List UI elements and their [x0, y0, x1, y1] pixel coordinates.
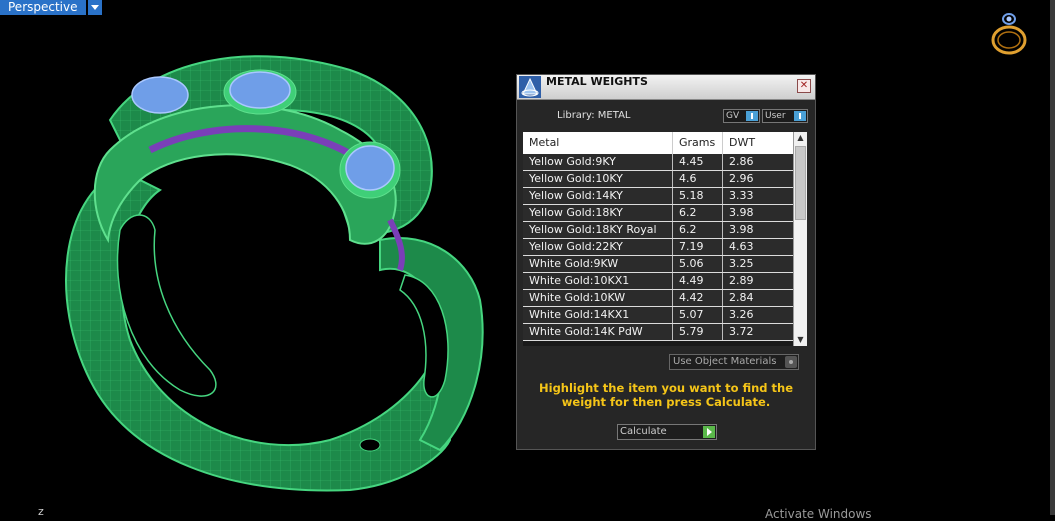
scroll-thumb[interactable]	[795, 146, 806, 220]
viewport-label[interactable]: Perspective	[0, 0, 102, 15]
table-row[interactable]: Yellow Gold:18KY 6.2 3.98	[523, 205, 799, 222]
cell-grams: 4.49	[673, 273, 723, 289]
library-label: Library: METAL	[557, 110, 631, 121]
table-header: Metal Grams DWT	[523, 132, 799, 154]
table-row[interactable]: White Gold:10KW 4.42 2.84	[523, 290, 799, 307]
cell-dwt: 2.84	[723, 290, 799, 306]
use-object-materials-label: Use Object Materials	[673, 356, 777, 367]
activation-watermark: Activate Windows	[765, 507, 872, 521]
cell-grams: 5.79	[673, 324, 723, 340]
cell-grams: 6.2	[673, 222, 723, 238]
cell-dwt: 3.72	[723, 324, 799, 340]
cell-dwt: 2.86	[723, 154, 799, 170]
cell-grams: 4.6	[673, 171, 723, 187]
ring-model	[65, 55, 484, 492]
column-header-metal[interactable]: Metal	[523, 132, 673, 154]
play-arrow-icon	[703, 426, 715, 438]
cell-dwt: 2.89	[723, 273, 799, 289]
app-logo-icon	[519, 76, 541, 98]
cell-metal: Yellow Gold:18KY Royal	[523, 222, 673, 238]
table-body: Yellow Gold:9KY 4.45 2.86 Yellow Gold:10KY 4…	[523, 154, 799, 341]
table-scrollbar[interactable]: ▲ ▼	[793, 132, 807, 346]
cell-grams: 5.06	[673, 256, 723, 272]
table-row[interactable]: White Gold:9KW 5.06 3.25	[523, 256, 799, 273]
cell-dwt: 4.63	[723, 239, 799, 255]
cell-grams: 4.42	[673, 290, 723, 306]
column-header-grams[interactable]: Grams	[673, 132, 723, 154]
calculate-button[interactable]: Calculate	[617, 424, 717, 440]
ring-icon[interactable]	[988, 10, 1030, 56]
cell-dwt: 3.25	[723, 256, 799, 272]
table-row[interactable]: Yellow Gold:22KY 7.19 4.63	[523, 239, 799, 256]
cell-dwt: 3.98	[723, 222, 799, 238]
close-icon[interactable]: ✕	[797, 79, 811, 93]
table-row[interactable]: White Gold:10KX1 4.49 2.89	[523, 273, 799, 290]
table-row[interactable]: Yellow Gold:14KY 5.18 3.33	[523, 188, 799, 205]
cell-dwt: 3.98	[723, 205, 799, 221]
table-row[interactable]: White Gold:14K PdW 5.79 3.72	[523, 324, 799, 341]
scroll-up-icon[interactable]: ▲	[794, 132, 807, 144]
right-edge-strip	[1050, 0, 1055, 515]
table-row[interactable]: Yellow Gold:18KY Royal 6.2 3.98	[523, 222, 799, 239]
metal-table[interactable]: Metal Grams DWT Yellow Gold:9KY 4.45 2.86 Y…	[523, 132, 807, 346]
cell-metal: White Gold:14KX1	[523, 307, 673, 323]
cell-metal: White Gold:10KW	[523, 290, 673, 306]
scroll-down-icon[interactable]: ▼	[794, 334, 807, 346]
cell-dwt: 2.96	[723, 171, 799, 187]
cell-metal: Yellow Gold:9KY	[523, 154, 673, 170]
column-header-dwt[interactable]: DWT	[723, 132, 799, 154]
radio-dot-icon	[785, 356, 797, 368]
panel-title: METAL WEIGHTS	[546, 75, 648, 88]
cell-metal: Yellow Gold:14KY	[523, 188, 673, 204]
cell-metal: Yellow Gold:18KY	[523, 205, 673, 221]
cell-grams: 6.2	[673, 205, 723, 221]
cell-grams: 4.45	[673, 154, 723, 170]
user-toggle[interactable]: User	[762, 109, 808, 123]
gv-toggle[interactable]: GV	[723, 109, 760, 123]
cell-metal: White Gold:14K PdW	[523, 324, 673, 340]
viewport-menu-chevron-icon[interactable]	[87, 0, 102, 15]
axis-label: z	[38, 505, 44, 518]
cell-dwt: 3.26	[723, 307, 799, 323]
use-object-materials-toggle[interactable]: Use Object Materials	[669, 354, 799, 370]
table-row[interactable]: Yellow Gold:10KY 4.6 2.96	[523, 171, 799, 188]
table-row[interactable]: Yellow Gold:9KY 4.45 2.86	[523, 154, 799, 171]
panel-titlebar[interactable]: METAL WEIGHTS ✕	[517, 75, 815, 100]
table-row[interactable]: White Gold:14KX1 5.07 3.26	[523, 307, 799, 324]
cell-grams: 5.18	[673, 188, 723, 204]
metal-weights-panel: METAL WEIGHTS ✕ Library: METAL GV User M…	[516, 74, 816, 450]
instruction-text: Highlight the item you want to find the …	[539, 381, 793, 409]
cell-metal: White Gold:10KX1	[523, 273, 673, 289]
user-toggle-knob-icon	[794, 111, 806, 121]
cell-metal: Yellow Gold:22KY	[523, 239, 673, 255]
cell-dwt: 3.33	[723, 188, 799, 204]
cell-metal: White Gold:9KW	[523, 256, 673, 272]
cell-grams: 7.19	[673, 239, 723, 255]
gv-toggle-knob-icon	[746, 111, 758, 121]
calculate-label: Calculate	[620, 426, 667, 437]
user-toggle-label: User	[765, 111, 786, 121]
cell-grams: 5.07	[673, 307, 723, 323]
viewport-name[interactable]: Perspective	[0, 0, 86, 15]
cell-metal: Yellow Gold:10KY	[523, 171, 673, 187]
gv-toggle-label: GV	[726, 111, 740, 121]
